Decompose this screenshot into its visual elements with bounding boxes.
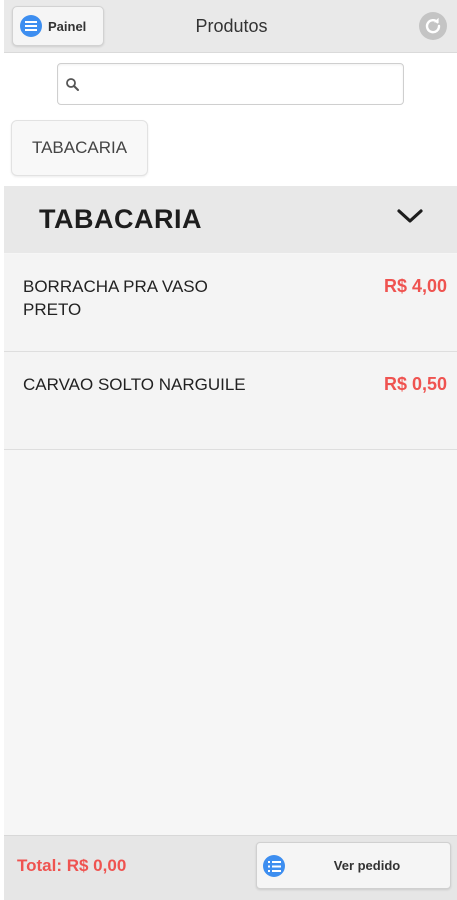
category-section-header[interactable]: TABACARIA (4, 186, 457, 253)
view-order-button[interactable]: Ver pedido (256, 842, 451, 889)
product-name: BORRACHA PRA VASO PRETO (23, 277, 208, 319)
section-title: TABACARIA (39, 204, 202, 234)
product-row[interactable]: BORRACHA PRA VASO PRETO R$ 4,00 (4, 254, 457, 352)
search-icon (65, 77, 81, 93)
app-frame: Painel Produtos TABACARIA TABACARIA BORR… (4, 0, 457, 900)
search-input[interactable] (86, 66, 400, 104)
product-name: CARVAO SOLTO NARGUILE (23, 375, 246, 394)
product-price: R$ 0,50 (383, 374, 447, 394)
filter-area: TABACARIA (4, 53, 457, 186)
bottom-bar: Total: R$ 0,00 Ver pedido (4, 835, 457, 900)
list-icon (263, 855, 285, 877)
product-price: R$ 4,00 (383, 276, 447, 296)
painel-button[interactable]: Painel (12, 6, 104, 46)
category-chip-tabacaria[interactable]: TABACARIA (11, 120, 148, 176)
product-row[interactable]: CARVAO SOLTO NARGUILE R$ 0,50 (4, 352, 457, 450)
menu-icon (20, 15, 42, 37)
top-bar: Painel Produtos (4, 0, 457, 53)
page-title: Produtos (195, 16, 268, 36)
refresh-button[interactable] (419, 12, 447, 40)
refresh-icon (423, 16, 443, 36)
order-total: Total: R$ 0,00 (17, 856, 127, 875)
view-order-label: Ver pedido (333, 858, 401, 873)
painel-label: Painel (48, 18, 87, 34)
search-box (57, 63, 404, 105)
chevron-down-icon (396, 205, 424, 227)
